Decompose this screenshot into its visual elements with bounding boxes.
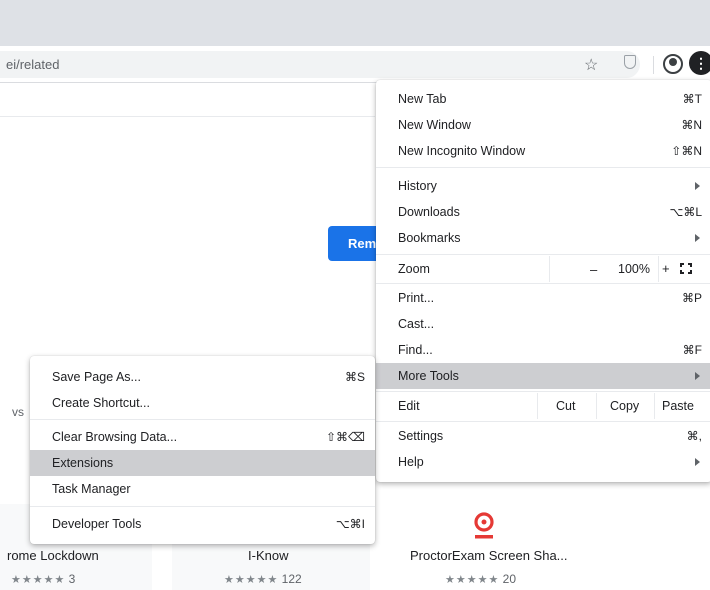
card-title[interactable]: ProctorExam Screen Sha... xyxy=(410,548,568,563)
content-divider xyxy=(0,116,375,117)
menu-separator xyxy=(30,506,375,507)
tab-strip xyxy=(0,0,710,46)
edit-divider xyxy=(537,393,538,419)
submenu-arrow-icon xyxy=(695,234,700,242)
menu-item-print[interactable]: Print... ⌘P xyxy=(376,285,710,311)
menu-item-find[interactable]: Find... ⌘F xyxy=(376,337,710,363)
menu-item-label: Edit xyxy=(398,399,420,413)
cut-button[interactable]: Cut xyxy=(556,399,575,413)
menu-item-label: Find... xyxy=(398,343,433,357)
menu-item-label: Save Page As... xyxy=(52,370,141,384)
zoom-divider xyxy=(549,256,550,282)
url-text[interactable]: ei/related xyxy=(6,57,59,72)
menu-item-label: Clear Browsing Data... xyxy=(52,430,178,444)
menu-item-label: New Window xyxy=(398,118,471,132)
rating-count: 3 xyxy=(68,572,76,586)
submenu-arrow-icon xyxy=(695,372,700,380)
zoom-in-button[interactable]: + xyxy=(662,261,670,276)
menu-item-new-tab[interactable]: New Tab ⌘T xyxy=(376,86,710,112)
menu-item-label: Cast... xyxy=(398,317,435,331)
menu-item-new-incognito-window[interactable]: New Incognito Window ⇧⌘N xyxy=(376,138,710,164)
menu-item-shortcut: ⌘P xyxy=(681,291,702,305)
menu-item-shortcut: ⌥⌘I xyxy=(335,517,365,531)
menu-separator xyxy=(376,254,710,255)
menu-separator xyxy=(376,391,710,392)
menu-item-shortcut: ⌘F xyxy=(682,343,702,357)
menu-item-settings[interactable]: Settings ⌘, xyxy=(376,423,710,449)
menu-item-new-window[interactable]: New Window ⌘N xyxy=(376,112,710,138)
menu-item-shortcut: ⇧⌘⌫ xyxy=(325,430,365,444)
proctorexam-logo-icon xyxy=(474,512,494,539)
menu-item-cast[interactable]: Cast... xyxy=(376,311,710,337)
menu-item-shortcut: ⌘S xyxy=(344,370,365,384)
menu-item-shortcut: ⌘N xyxy=(681,118,702,132)
address-bar[interactable]: ei/related ☆ xyxy=(0,51,640,78)
menu-item-clear-browsing-data[interactable]: Clear Browsing Data... ⇧⌘⌫ xyxy=(30,424,375,450)
menu-item-label: New Incognito Window xyxy=(398,144,526,158)
zoom-level: 100% xyxy=(618,262,650,276)
kebab-menu-icon[interactable]: ⋮ xyxy=(689,51,710,75)
chrome-main-menu: New Tab ⌘T New Window ⌘N New Incognito W… xyxy=(376,80,710,482)
edit-divider xyxy=(596,393,597,419)
menu-item-more-tools[interactable]: More Tools xyxy=(376,363,710,389)
browser-toolbar: ei/related ☆ ⋮ xyxy=(0,46,710,83)
shield-icon[interactable] xyxy=(624,55,636,69)
menu-separator xyxy=(376,421,710,422)
menu-item-label: More Tools xyxy=(398,369,459,383)
menu-item-label: Task Manager xyxy=(52,482,131,496)
menu-item-shortcut: ⌘T xyxy=(682,92,702,106)
card-rating: ★★★★★ 20 xyxy=(445,572,516,586)
menu-item-shortcut: ⇧⌘N xyxy=(671,144,702,158)
menu-separator xyxy=(30,419,375,420)
rating-stars: ★★★★★ xyxy=(445,574,500,586)
submenu-arrow-icon xyxy=(695,458,700,466)
rating-stars: ★★★★★ xyxy=(224,574,279,586)
zoom-out-button[interactable]: – xyxy=(590,262,597,277)
more-tools-submenu: Save Page As... ⌘S Create Shortcut... Cl… xyxy=(30,356,375,544)
menu-separator xyxy=(376,167,710,168)
menu-item-downloads[interactable]: Downloads ⌥⌘L xyxy=(376,199,710,225)
edit-divider xyxy=(654,393,655,419)
menu-item-task-manager[interactable]: Task Manager xyxy=(30,476,375,502)
rating-count: 122 xyxy=(281,572,302,586)
menu-item-zoom: Zoom – 100% + xyxy=(376,256,710,282)
fullscreen-icon[interactable] xyxy=(680,263,692,274)
menu-item-create-shortcut[interactable]: Create Shortcut... xyxy=(30,390,375,416)
toolbar-divider xyxy=(653,56,654,74)
menu-item-label: Settings xyxy=(398,429,444,443)
menu-item-label: Developer Tools xyxy=(52,517,142,531)
menu-item-label: Downloads xyxy=(398,205,460,219)
card-title[interactable]: rome Lockdown xyxy=(7,548,99,563)
card-rating: ★★★★★ 3 xyxy=(11,572,75,586)
card-title[interactable]: I-Know xyxy=(248,548,288,563)
menu-item-shortcut: ⌘, xyxy=(686,429,702,443)
menu-item-extensions[interactable]: Extensions xyxy=(30,450,375,476)
menu-item-label: Extensions xyxy=(52,456,114,470)
menu-item-label: New Tab xyxy=(398,92,447,106)
menu-item-edit: Edit Cut Copy Paste xyxy=(376,393,710,419)
menu-item-developer-tools[interactable]: Developer Tools ⌥⌘I xyxy=(30,511,375,537)
copy-button[interactable]: Copy xyxy=(610,399,639,413)
menu-item-help[interactable]: Help xyxy=(376,449,710,475)
menu-item-label: History xyxy=(398,179,437,193)
menu-item-label: Bookmarks xyxy=(398,231,461,245)
paste-button[interactable]: Paste xyxy=(662,399,694,413)
account-icon[interactable] xyxy=(663,54,683,74)
partial-text: vs xyxy=(12,405,24,419)
menu-item-save-page-as[interactable]: Save Page As... ⌘S xyxy=(30,364,375,390)
menu-separator xyxy=(376,283,710,284)
menu-item-bookmarks[interactable]: Bookmarks xyxy=(376,225,710,251)
card-rating: ★★★★★ 122 xyxy=(224,572,302,586)
menu-item-shortcut: ⌥⌘L xyxy=(669,205,702,219)
rating-stars: ★★★★★ xyxy=(11,574,66,586)
submenu-arrow-icon xyxy=(695,182,700,190)
menu-item-label: Help xyxy=(398,455,424,469)
menu-item-label: Create Shortcut... xyxy=(52,396,150,410)
menu-item-label: Zoom xyxy=(398,262,430,276)
rating-count: 20 xyxy=(502,572,517,586)
menu-item-label: Print... xyxy=(398,291,435,305)
menu-item-history[interactable]: History xyxy=(376,173,710,199)
star-icon[interactable]: ☆ xyxy=(584,55,598,75)
zoom-divider xyxy=(658,256,659,282)
